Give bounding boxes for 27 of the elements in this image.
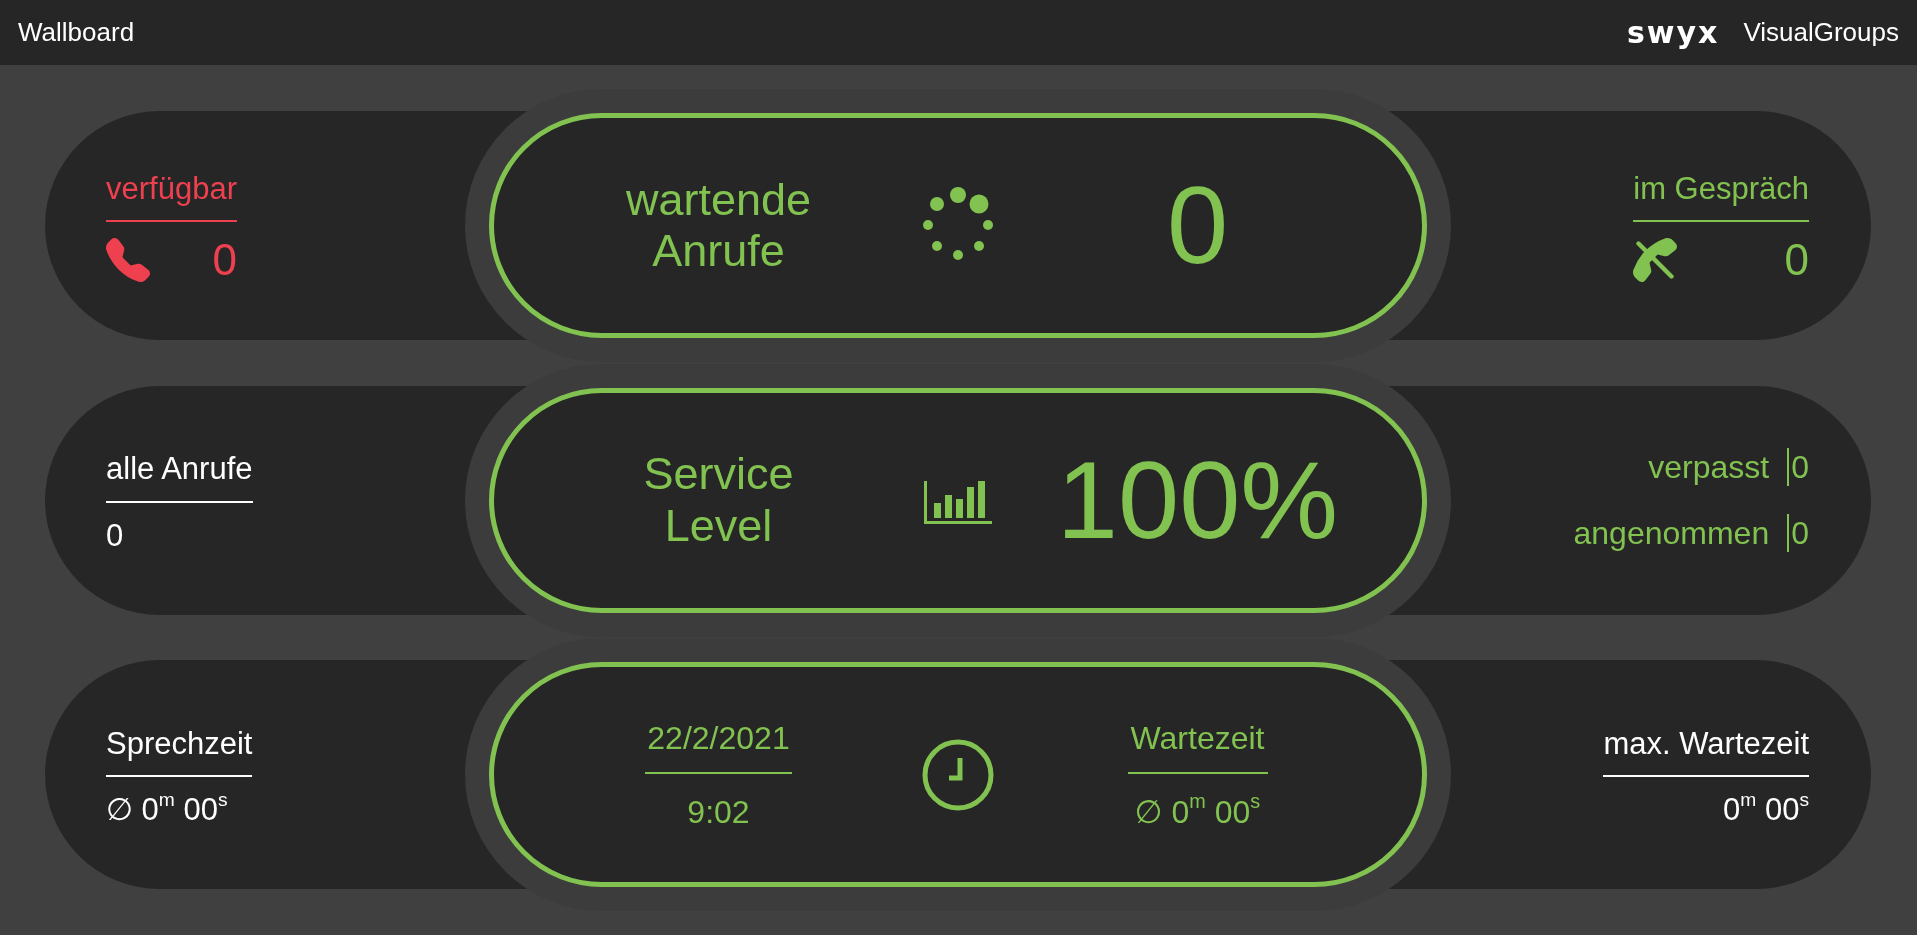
date-text: 22/2/2021 <box>645 713 792 774</box>
stat-label: im Gespräch <box>1633 165 1809 223</box>
metric-label: wartende Anrufe <box>624 173 813 277</box>
metric-value: 100% <box>1056 445 1339 555</box>
metric-label: Service Level <box>642 448 795 552</box>
stat-label: verfügbar <box>106 165 237 223</box>
page-title: Wallboard <box>18 16 135 49</box>
phone-icon <box>106 237 150 284</box>
stat-label: max. Wartezeit <box>1603 720 1809 778</box>
stat-value: 0 <box>1787 447 1809 487</box>
stat-label: verpasst <box>1647 448 1770 487</box>
stat-value: 0 <box>1787 513 1809 553</box>
stat-label: alle Anrufe <box>106 446 253 503</box>
brand-logo: swyx <box>1626 14 1720 52</box>
stat-value: 0 <box>1784 236 1809 285</box>
time-text: 9:02 <box>687 792 750 832</box>
stat-label: Sprechzeit <box>106 720 253 778</box>
stat-value: 0 <box>106 516 124 554</box>
stat-value: ∅ 0$^{m}$ 00$^{s}$ <box>106 791 228 829</box>
metric-value: 0 <box>1166 170 1229 281</box>
stat-value: ∅ 0$^{m}$ 00$^{s}$ <box>1134 788 1261 832</box>
stat-value: 0$^{m}$ 00$^{s}$ <box>1723 791 1809 829</box>
stat-value: 0 <box>212 236 237 285</box>
app-name: VisualGroups <box>1743 16 1899 49</box>
stat-label: Wartezeit <box>1127 713 1268 774</box>
stat-label: angenommen <box>1573 514 1770 553</box>
phone-slash-icon <box>1633 237 1678 284</box>
